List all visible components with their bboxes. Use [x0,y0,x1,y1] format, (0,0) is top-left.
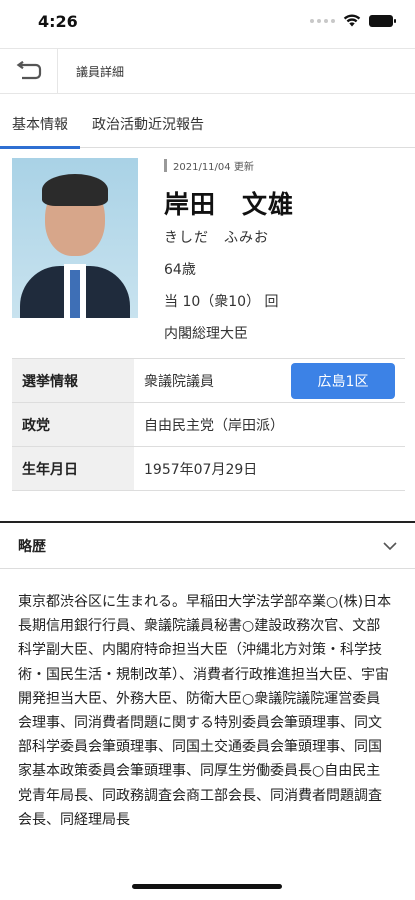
member-photo [12,158,138,318]
birthdate-label: 生年月日 [12,447,134,490]
page-title: 議員詳細 [76,64,125,79]
member-name: 岸田 文雄 [164,190,295,219]
biography-header[interactable]: 略歴 [0,521,415,569]
tab-bar: 基本情報 政治活動近況報告 [0,106,415,149]
wifi-icon [343,14,361,27]
nav-bar: 議員詳細 [0,48,415,94]
tab-activity-report[interactable]: 政治活動近況報告 [80,106,216,148]
election-value-cell: 衆議院議員 広島1区 [134,359,405,402]
biography-title: 略歴 [18,538,46,555]
member-name-kana: きしだ ふみお [164,230,269,246]
district-button[interactable]: 広島1区 [291,362,395,399]
tab-basic-info[interactable]: 基本情報 [0,106,80,149]
back-arrow-icon [16,61,41,80]
updated-marker [164,159,167,172]
member-position: 内閣総理大臣 [164,326,248,342]
member-terms: 当 10（衆10） 回 [164,294,279,310]
status-time: 4:26 [38,12,78,31]
member-age: 64歳 [164,262,196,278]
election-label: 選挙情報 [12,359,134,402]
birthdate-value: 1957年07月29日 [144,461,258,478]
table-row: 政党 自由民主党（岸田派） [12,403,405,447]
status-icons [310,14,396,27]
biography-text: 東京都渋谷区に生まれる。早稲田大学法学部卒業○(株)日本長期信用銀行行員、衆議院… [18,594,392,828]
battery-icon [369,14,396,27]
election-value: 衆議院議員 [144,373,214,390]
profile-section: 2021/11/04 更新 岸田 文雄 きしだ ふみお 64歳 当 10（衆10… [12,158,405,354]
status-bar: 4:26 [0,0,415,44]
table-row: 生年月日 1957年07月29日 [12,447,405,491]
signal-dots-icon [310,18,335,23]
info-table: 選挙情報 衆議院議員 広島1区 政党 自由民主党（岸田派） 生年月日 1957年… [12,358,405,491]
party-value: 自由民主党（岸田派） [144,417,284,434]
updated-text: 2021/11/04 更新 [173,162,254,173]
table-row: 選挙情報 衆議院議員 広島1区 [12,359,405,403]
chevron-down-icon [383,541,397,550]
party-label: 政党 [12,403,134,446]
updated-date: 2021/11/04 更新 [164,158,404,173]
back-button[interactable] [0,49,58,93]
home-indicator [132,884,282,889]
profile-info: 2021/11/04 更新 岸田 文雄 きしだ ふみお 64歳 当 10（衆10… [164,158,404,343]
